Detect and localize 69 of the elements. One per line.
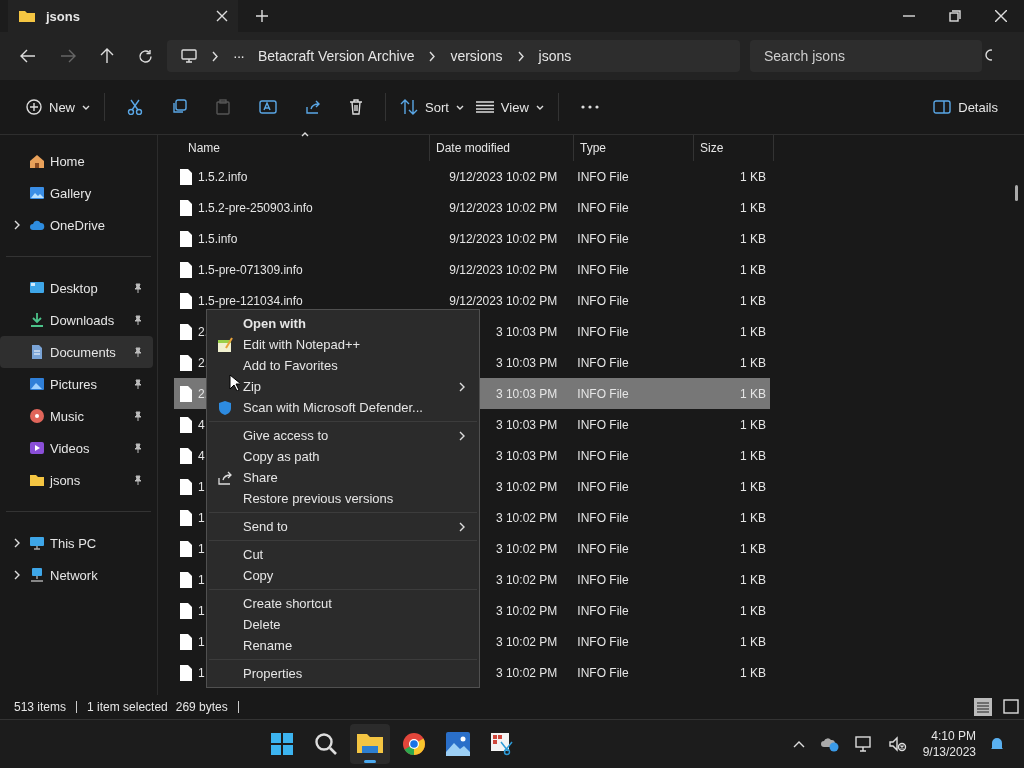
table-cell-text: INFO File: [576, 448, 630, 463]
table-cell-text: INFO File: [576, 634, 630, 649]
table-cell-text: 9/12/2023 10:02 PM: [448, 200, 559, 215]
table-cell: 1: [198, 603, 205, 618]
table-cell-text: INFO File: [576, 324, 630, 339]
table-cell-text: 9/12/2023 10:02 PM: [448, 293, 559, 308]
table-cell: 1.5-pre-071309.info: [198, 262, 303, 277]
selection-info: 1 item selected: [87, 700, 168, 714]
table-cell-text: 1 KB: [739, 448, 767, 463]
tab-title: jsons: [46, 8, 81, 24]
table-cell-text: INFO File: [576, 293, 630, 308]
table-cell-text: 3 10:02 PM: [494, 603, 559, 618]
table-cell-text: 1 KB: [739, 665, 767, 680]
table-cell: 1: [198, 479, 205, 494]
table-cell-text: INFO File: [576, 541, 630, 556]
table-cell-text: 1 KB: [739, 293, 767, 308]
table-cell-text: 3 10:02 PM: [494, 541, 559, 556]
table-cell-text: INFO File: [576, 200, 630, 215]
table-cell-text: 9/12/2023 10:02 PM: [448, 231, 559, 246]
table-cell-text: INFO File: [576, 262, 630, 277]
table-cell: 4: [198, 448, 205, 463]
table-cell-text: 3 10:02 PM: [494, 479, 559, 494]
table-cell: 1: [198, 665, 205, 680]
table-cell: 1: [198, 634, 205, 649]
table-cell-text: 3 10:02 PM: [494, 665, 559, 680]
table-cell-text: 3 10:03 PM: [494, 417, 559, 432]
table-cell-text: INFO File: [576, 572, 630, 587]
table-cell: 1.5.2.info: [198, 169, 248, 184]
table-cell-text: 3 10:03 PM: [494, 386, 559, 401]
table-cell-text: 3 10:02 PM: [494, 572, 559, 587]
table-cell-text: 1 KB: [739, 479, 767, 494]
table-cell: 1: [198, 541, 205, 556]
table-cell: 4: [198, 417, 205, 432]
table-cell-text: 3 10:02 PM: [494, 510, 559, 525]
table-cell-text: INFO File: [576, 386, 630, 401]
table-cell-text: INFO File: [576, 169, 630, 184]
table-cell-text: 3 10:03 PM: [494, 324, 559, 339]
table-cell-text: INFO File: [576, 665, 630, 680]
table-cell-text: 1 KB: [739, 200, 767, 215]
table-cell: 1: [198, 510, 205, 525]
table-cell-text: 1 KB: [739, 572, 767, 587]
table-cell: 1: [198, 572, 205, 587]
table-cell-text: INFO File: [576, 510, 630, 525]
table-cell-text: 1 KB: [739, 510, 767, 525]
table-cell-text: 9/12/2023 10:02 PM: [448, 262, 559, 277]
table-cell: 1.5.info: [198, 231, 238, 246]
table-cell: 1.5.2-pre-250903.info: [198, 200, 313, 215]
table-cell-text: 3 10:02 PM: [494, 634, 559, 649]
table-cell-text: 1 KB: [739, 169, 767, 184]
table-cell-text: 1 KB: [739, 603, 767, 618]
table-cell-text: INFO File: [576, 355, 630, 370]
table-cell-text: INFO File: [576, 231, 630, 246]
table-cell-text: 1 KB: [739, 541, 767, 556]
table-cell-text: 1 KB: [739, 262, 767, 277]
table-cell-text: 1 KB: [739, 355, 767, 370]
table-cell: 1.5-pre-121034.info: [198, 293, 303, 308]
table-cell-text: INFO File: [576, 603, 630, 618]
selection-size: 269 bytes: [175, 700, 228, 714]
table-cell-text: 9/12/2023 10:02 PM: [448, 169, 559, 184]
table-cell-text: 1 KB: [739, 231, 767, 246]
table-cell-text: 3 10:03 PM: [494, 355, 559, 370]
table-cell-text: 1 KB: [739, 634, 767, 649]
table-cell-text: 1 KB: [739, 417, 767, 432]
table-cell-text: INFO File: [576, 417, 630, 432]
table-cell-text: 1 KB: [739, 324, 767, 339]
table-cell-text: INFO File: [576, 479, 630, 494]
table-cell-text: 3 10:03 PM: [494, 448, 559, 463]
item-count: 513 items: [14, 700, 67, 714]
table-cell-text: 1 KB: [739, 386, 767, 401]
